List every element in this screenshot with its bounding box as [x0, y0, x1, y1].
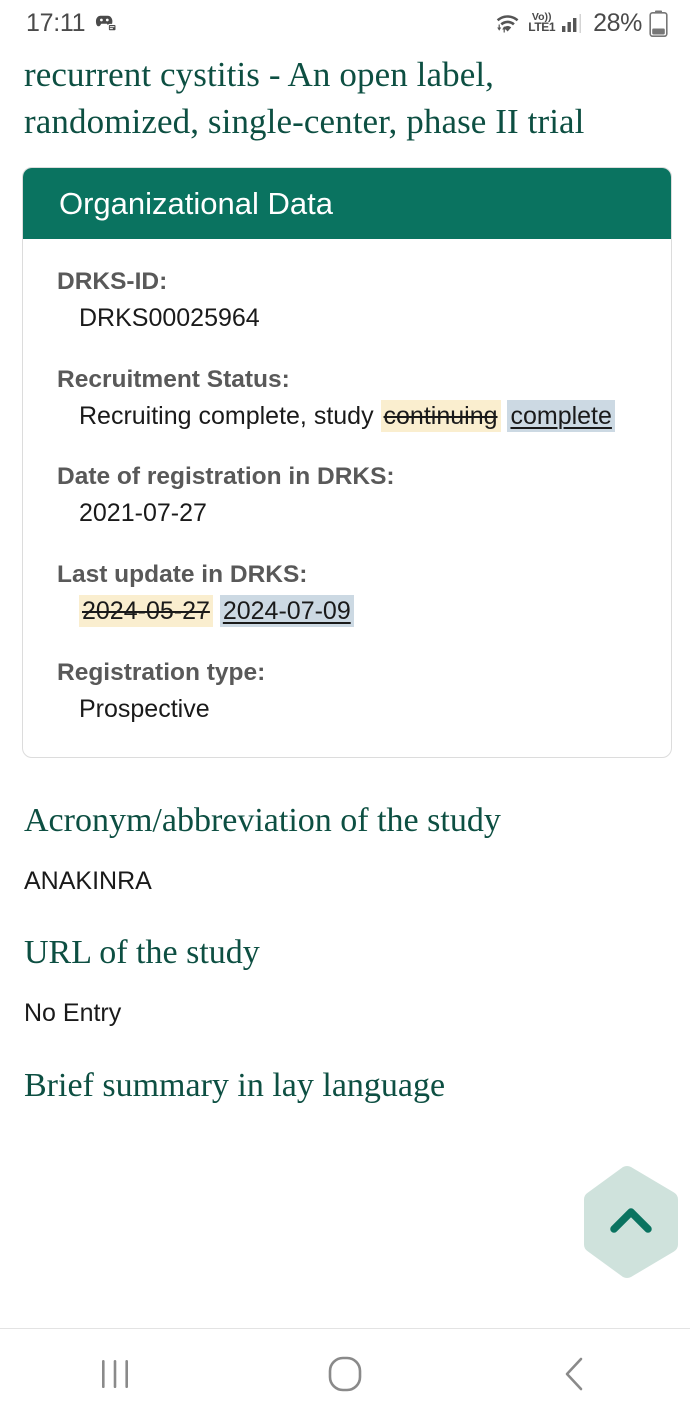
field-registration-type: Registration type: Prospective	[57, 656, 637, 728]
recents-button[interactable]	[0, 1357, 230, 1391]
cellular-signal-icon	[561, 12, 585, 34]
field-value: 2024-05-27 2024-07-09	[57, 594, 637, 630]
status-bar-left: 17:11	[26, 9, 117, 38]
battery-icon	[649, 10, 668, 37]
organizational-data-card: Organizational Data DRKS-ID: DRKS0002596…	[22, 167, 672, 759]
home-button[interactable]	[230, 1355, 460, 1393]
field-date-of-registration: Date of registration in DRKS: 2021-07-27	[57, 460, 637, 532]
android-navigation-bar	[0, 1328, 690, 1418]
field-drks-id: DRKS-ID: DRKS00025964	[57, 265, 637, 337]
field-label: DRKS-ID:	[57, 268, 168, 296]
game-controller-notification-icon	[95, 13, 117, 33]
field-value: 2021-07-27	[79, 499, 207, 528]
card-header-title: Organizational Data	[23, 168, 671, 240]
scroll-to-top-button[interactable]	[578, 1163, 684, 1281]
detail-sections: Acronym/abbreviation of the study ANAKIN…	[0, 800, 690, 1107]
section-body-acronym: ANAKINRA	[24, 866, 152, 895]
battery-percent-label: 28%	[593, 8, 642, 37]
field-label: Last update in DRKS:	[57, 560, 308, 588]
recruitment-status-prefix: Recruiting complete, study	[79, 401, 381, 430]
field-value: Recruiting complete, study continuing co…	[57, 399, 637, 435]
back-icon	[561, 1356, 589, 1392]
page-title: recurrent cystitis - An open label, rand…	[24, 55, 585, 141]
volte-line-2: LTE1	[528, 20, 556, 35]
section-heading-url: URL of the study	[24, 934, 260, 972]
last-update-removed: 2024-05-27	[79, 595, 213, 628]
wifi-signal-icon	[494, 11, 522, 35]
status-bar: 17:11 Vo)) LTE1 28%	[0, 0, 690, 46]
section-heading-acronym: Acronym/abbreviation of the study	[24, 802, 501, 840]
back-button[interactable]	[460, 1356, 690, 1392]
recruitment-status-added: complete	[507, 399, 615, 432]
field-value: Prospective	[79, 694, 210, 723]
field-last-update: Last update in DRKS: 2024-05-27 2024-07-…	[57, 558, 637, 630]
field-label: Recruitment Status:	[57, 365, 290, 393]
field-recruitment-status: Recruitment Status: Recruiting complete,…	[57, 363, 637, 435]
last-update-added: 2024-07-09	[219, 595, 354, 628]
volte-indicator: Vo)) LTE1	[528, 12, 556, 35]
section-body-url: No Entry	[24, 998, 122, 1027]
field-label: Date of registration in DRKS:	[57, 463, 395, 491]
status-bar-clock: 17:11	[26, 8, 86, 37]
recents-icon	[99, 1357, 131, 1391]
home-icon	[327, 1355, 363, 1393]
field-label: Registration type:	[57, 658, 266, 686]
recruitment-status-removed: continuing	[380, 399, 501, 432]
field-value: DRKS00025964	[79, 304, 260, 333]
status-bar-right: Vo)) LTE1 28%	[494, 9, 668, 38]
section-heading-brief-summary: Brief summary in lay language	[24, 1066, 446, 1104]
card-body: DRKS-ID: DRKS00025964 Recruitment Status…	[23, 239, 671, 757]
